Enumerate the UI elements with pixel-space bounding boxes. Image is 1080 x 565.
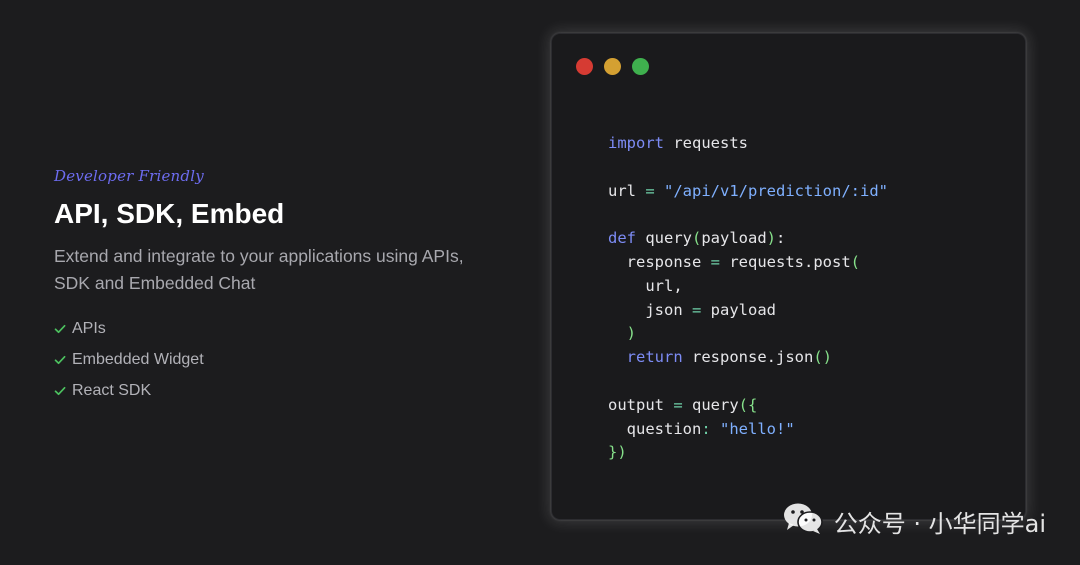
code-line: ): [608, 322, 888, 346]
code-token: url: [608, 181, 646, 200]
code-token: (: [692, 229, 702, 248]
code-token: :: [701, 419, 711, 438]
code-line: return response.json(): [608, 346, 888, 370]
feature-label: React SDK: [72, 381, 152, 399]
window-controls: [576, 58, 649, 75]
code-token: (: [850, 252, 860, 271]
code-token: ): [626, 324, 637, 343]
hero-section: Developer Friendly API, SDK, Embed Exten…: [54, 165, 494, 406]
code-line: url,: [608, 275, 888, 299]
code-token: query: [682, 395, 739, 414]
code-token: url,: [608, 276, 683, 295]
minimize-dot[interactable]: [604, 58, 621, 75]
hero-description: Extend and integrate to your application…: [54, 246, 464, 293]
watermark-text: 公众号 · 小华同学ai: [833, 509, 1046, 538]
code-token: ({: [738, 395, 758, 414]
watermark: 公众号 · 小华同学ai: [782, 501, 1046, 541]
eyebrow-label: Developer Friendly: [54, 167, 204, 185]
code-line: output = query({: [608, 394, 888, 418]
code-block: import requests url = "/api/v1/predictio…: [608, 132, 888, 465]
code-token: =: [692, 300, 702, 319]
code-token: payload: [701, 229, 767, 248]
feature-item: APIs: [54, 313, 494, 344]
code-token: import: [608, 134, 664, 152]
code-token: "hello!": [720, 419, 795, 438]
code-token: "/api/v1/prediction/:id": [664, 181, 888, 200]
code-token: :: [776, 229, 786, 248]
close-dot[interactable]: [576, 58, 593, 75]
code-line: def query(payload):: [608, 227, 888, 251]
code-token: ): [766, 229, 777, 248]
code-line: json = payload: [608, 299, 888, 323]
code-token: query: [636, 229, 692, 248]
maximize-dot[interactable]: [632, 58, 649, 75]
code-token: return: [626, 348, 683, 367]
code-token: =: [673, 395, 683, 414]
feature-list: APIs Embedded Widget React SDK: [54, 313, 494, 406]
code-token: requests.post: [720, 252, 851, 271]
code-line: import requests: [608, 132, 888, 156]
page-title: API, SDK, Embed: [54, 198, 285, 229]
code-line: response = requests.post(: [608, 251, 888, 275]
check-icon: [54, 323, 66, 335]
code-line: }): [608, 441, 888, 465]
feature-label: APIs: [72, 319, 106, 337]
feature-item: Embedded Widget: [54, 344, 494, 375]
code-token: question: [608, 419, 702, 438]
feature-item: React SDK: [54, 375, 494, 406]
code-window: import requests url = "/api/v1/predictio…: [551, 33, 1026, 520]
wechat-icon: [782, 501, 824, 541]
feature-label: Embedded Widget: [72, 350, 204, 368]
code-token: payload: [701, 300, 776, 319]
code-token: response: [608, 252, 711, 271]
code-token: (): [813, 348, 832, 367]
code-token: response.json: [682, 348, 814, 367]
code-line: url = "/api/v1/prediction/:id": [608, 180, 888, 204]
code-token: =: [645, 181, 655, 200]
code-token: }): [608, 443, 627, 462]
code-line: question: "hello!": [608, 418, 888, 442]
check-icon: [54, 385, 66, 397]
code-token: output: [608, 395, 674, 414]
code-token: =: [710, 252, 720, 271]
check-icon: [54, 354, 66, 366]
code-token: requests: [664, 134, 748, 152]
code-token: json: [608, 300, 692, 319]
code-token: def: [608, 229, 636, 248]
